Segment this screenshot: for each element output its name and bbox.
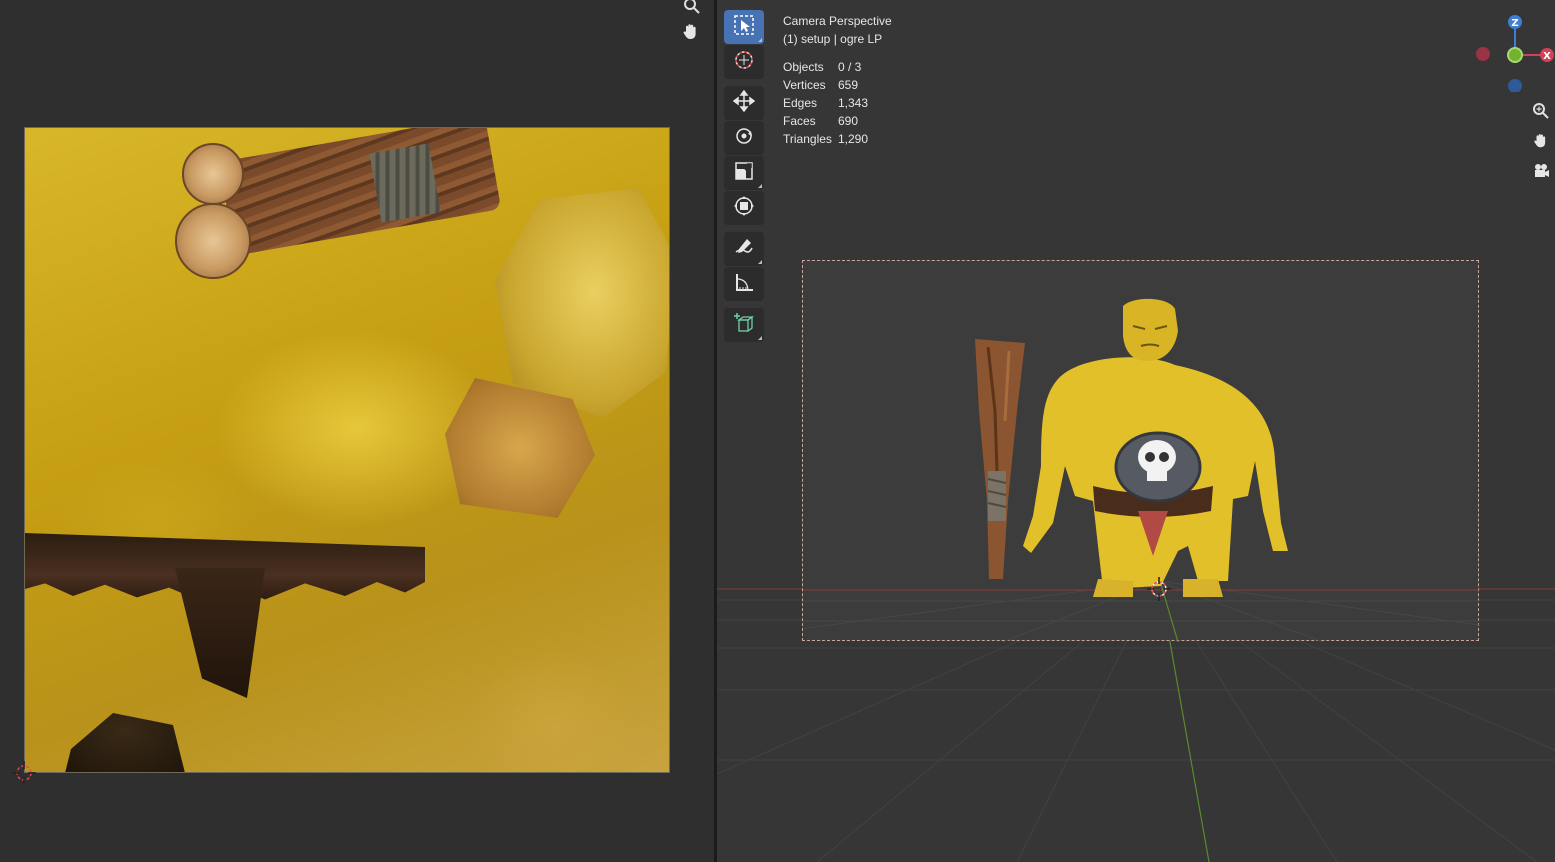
uv-texture-image	[24, 127, 670, 773]
view-name: Camera Perspective	[783, 14, 892, 28]
2d-cursor[interactable]	[12, 761, 36, 785]
uv-editor[interactable]	[0, 0, 714, 862]
zoom-icon[interactable]	[1529, 96, 1553, 126]
tool-measure[interactable]	[724, 267, 764, 301]
stat-objects: Objects 0 / 3	[783, 60, 862, 74]
scene-objects	[717, 298, 1555, 643]
tool-select-box[interactable]	[724, 10, 764, 44]
pan-hand-icon[interactable]	[1529, 126, 1553, 156]
texture-club-end-island	[175, 203, 251, 279]
tool-annotate[interactable]	[724, 232, 764, 266]
texture-club-island	[218, 128, 502, 256]
cursor-icon	[733, 49, 755, 75]
add-cube-icon	[733, 312, 755, 338]
tool-cursor[interactable]	[724, 45, 764, 79]
zoom-icon[interactable]	[680, 0, 704, 18]
scale-icon	[733, 160, 755, 186]
annotate-icon	[733, 236, 755, 262]
stat-vertices: Vertices 659	[783, 78, 859, 92]
3d-viewport[interactable]: Camera Perspective (1) setup | ogre LP O…	[717, 0, 1555, 862]
pan-hand-icon[interactable]	[679, 20, 703, 44]
club-object	[975, 339, 1025, 579]
navigation-gizmo[interactable]: Z X	[1475, 12, 1555, 93]
measure-icon	[733, 271, 755, 297]
gizmo-z-label: Z	[1511, 18, 1518, 29]
texture-belt-drop-island	[175, 568, 265, 698]
tool-move[interactable]	[724, 86, 764, 120]
3d-cursor[interactable]	[1147, 577, 1171, 601]
stat-edges: Edges 1,343	[783, 96, 869, 110]
camera-view-icon[interactable]	[1529, 156, 1553, 186]
move-icon	[732, 89, 756, 116]
viewport-info-overlay: Camera Perspective (1) setup | ogre LP O…	[783, 12, 892, 148]
stat-faces: Faces 690	[783, 114, 859, 128]
viewport-nav-controls	[1529, 96, 1553, 186]
texture-club-end-island	[182, 143, 244, 205]
texture-patch-island	[445, 378, 595, 518]
tool-scale[interactable]	[724, 156, 764, 190]
select-box-icon	[733, 14, 755, 40]
scene-collection-label: (1) setup | ogre LP	[783, 32, 883, 46]
texture-face-island	[495, 188, 669, 418]
tool-shelf	[724, 10, 766, 343]
texture-feet-island	[65, 713, 185, 772]
transform-icon	[733, 195, 755, 221]
rotate-icon	[733, 125, 755, 151]
stat-triangles: Triangles 1,290	[783, 132, 869, 146]
tool-transform[interactable]	[724, 191, 764, 225]
texture-club-wrap-island	[369, 143, 441, 223]
camera-frame	[717, 260, 1555, 643]
ogre-object	[1023, 298, 1288, 597]
tool-add-cube[interactable]	[724, 308, 764, 342]
tool-rotate[interactable]	[724, 121, 764, 155]
gizmo-x-label: X	[1543, 51, 1551, 62]
